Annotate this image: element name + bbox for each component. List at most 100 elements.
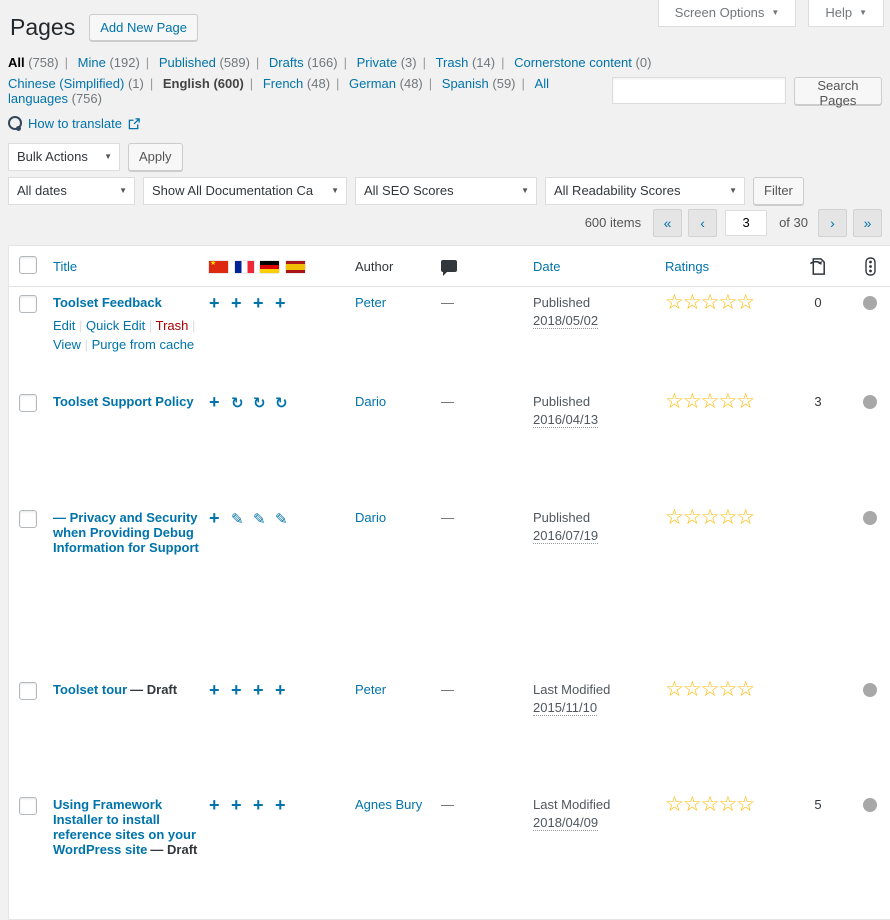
date-value: 2016/04/13 [533,412,598,428]
author-link[interactable]: Agnes Bury [355,797,422,812]
update-translation-icon[interactable]: ↻ [231,396,253,412]
lang-filter-spanish[interactable]: Spanish (59) [442,76,531,91]
add-translation-icon[interactable]: + [209,682,231,698]
status-filter-all[interactable]: All (758) [8,55,74,70]
update-translation-icon[interactable]: ↻ [275,396,297,412]
rating-stars: ☆☆☆☆☆ [665,291,754,314]
author-link[interactable]: Peter [355,682,386,697]
search-box: Search Pages [612,77,882,105]
lang-filter-chinese[interactable]: Chinese (Simplified) (1) [8,76,159,91]
status-filter-published[interactable]: Published (589) [159,55,265,70]
cache-refresh-icon [809,257,828,276]
edit-translation-icon[interactable]: ✎ [253,512,275,528]
translate-help-row: How to translate [8,116,882,131]
add-translation-icon[interactable]: + [231,797,253,813]
column-languages [205,245,351,286]
add-translation-icon[interactable]: + [253,797,275,813]
comments-count: — [441,295,454,310]
seo-score-dot [863,798,877,812]
first-page-button[interactable]: « [653,209,682,237]
edit-action[interactable]: Edit [53,318,86,333]
status-filter-private[interactable]: Private (3) [357,55,432,70]
select-row-checkbox[interactable] [19,394,37,412]
quick-edit-action[interactable]: Quick Edit [86,318,156,333]
cache-count: 3 [814,394,821,409]
select-row-checkbox[interactable] [19,510,37,528]
status-filter-trash[interactable]: Trash (14) [436,55,511,70]
column-date[interactable]: Date [533,259,560,274]
status-filter-cornerstone[interactable]: Cornerstone content (0) [514,55,651,70]
add-translation-icon[interactable]: + [231,682,253,698]
status-filter-drafts[interactable]: Drafts (166) [269,55,353,70]
seo-score-dot [863,683,877,697]
add-translation-icon[interactable]: + [209,295,231,311]
view-action[interactable]: View [53,337,92,352]
chevron-down-icon: ▼ [771,8,779,17]
author-link[interactable]: Dario [355,510,386,525]
page-title-link[interactable]: Toolset Support Policy [53,394,194,409]
table-row: Toolset Feedback EditQuick EditTrash View… [9,286,890,386]
add-translation-icon[interactable]: + [209,394,231,410]
update-translation-icon[interactable]: ↻ [253,396,275,412]
comments-count: — [441,797,454,812]
readability-scores-filter-select[interactable]: All Readability Scores ▼ [545,177,745,205]
seo-scores-filter-select[interactable]: All SEO Scores ▼ [355,177,537,205]
lang-filter-english[interactable]: English (600) [163,76,259,91]
author-link[interactable]: Dario [355,394,386,409]
edit-translation-icon[interactable]: ✎ [275,512,297,528]
table-row: — Privacy and Security when Providing De… [9,502,890,674]
filter-button[interactable]: Filter [753,177,804,205]
lang-filter-french[interactable]: French (48) [263,76,346,91]
total-pages-label: of 30 [779,215,808,230]
add-translation-icon[interactable]: + [253,295,275,311]
author-link[interactable]: Peter [355,295,386,310]
rating-stars: ☆☆☆☆☆ [665,390,754,413]
edit-translation-icon[interactable]: ✎ [231,512,253,528]
add-translation-icon[interactable]: + [231,295,253,311]
dates-filter-select[interactable]: All dates ▼ [8,177,135,205]
add-translation-icon[interactable]: + [275,797,297,813]
help-label: Help [825,5,852,20]
screen-options-label: Screen Options [675,5,765,20]
add-new-page-button[interactable]: Add New Page [89,14,198,41]
page-title-link[interactable]: — Privacy and Security when Providing De… [53,510,199,555]
external-link-icon [128,117,141,130]
next-page-button[interactable]: › [818,209,847,237]
date-status: Last Modified [533,797,659,812]
select-row-checkbox[interactable] [19,295,37,313]
add-translation-icon[interactable]: + [275,295,297,311]
how-to-translate-link[interactable]: How to translate [28,116,122,131]
add-translation-icon[interactable]: + [275,682,297,698]
select-row-checkbox[interactable] [19,797,37,815]
screen-options-button[interactable]: Screen Options ▼ [658,0,797,27]
column-title[interactable]: Title [53,259,77,274]
page-title-link[interactable]: Toolset Feedback [53,295,162,310]
bulk-actions-select[interactable]: Bulk Actions ▼ [8,143,120,171]
help-button[interactable]: Help ▼ [808,0,884,27]
table-row: Toolset Support Policy +↻↻↻ Dario — Publ… [9,386,890,502]
select-all-checkbox[interactable] [19,256,37,274]
last-page-button[interactable]: » [853,209,882,237]
seo-score-dot [863,395,877,409]
search-input[interactable] [612,77,786,104]
trash-action[interactable]: Trash [156,318,196,333]
lang-filter-german[interactable]: German (48) [349,76,438,91]
current-page-input[interactable] [725,210,767,236]
table-header-row: Title Author Date Ratings [9,245,890,286]
status-filter-mine[interactable]: Mine (192) [78,55,156,70]
select-row-checkbox[interactable] [19,682,37,700]
category-filter-select[interactable]: Show All Documentation Ca ▼ [143,177,347,205]
purge-cache-action[interactable]: Purge from cache [92,337,195,352]
search-pages-button[interactable]: Search Pages [794,77,882,105]
date-value: 2015/11/10 [533,700,597,716]
column-ratings[interactable]: Ratings [665,259,709,274]
seo-score-icon [865,257,876,276]
add-translation-icon[interactable]: + [209,510,231,526]
page-title-link[interactable]: Toolset tour [53,682,127,697]
date-status: Published [533,295,659,310]
apply-button[interactable]: Apply [128,143,183,171]
cache-count: 5 [814,797,821,812]
add-translation-icon[interactable]: + [253,682,275,698]
prev-page-button[interactable]: ‹ [688,209,717,237]
add-translation-icon[interactable]: + [209,797,231,813]
